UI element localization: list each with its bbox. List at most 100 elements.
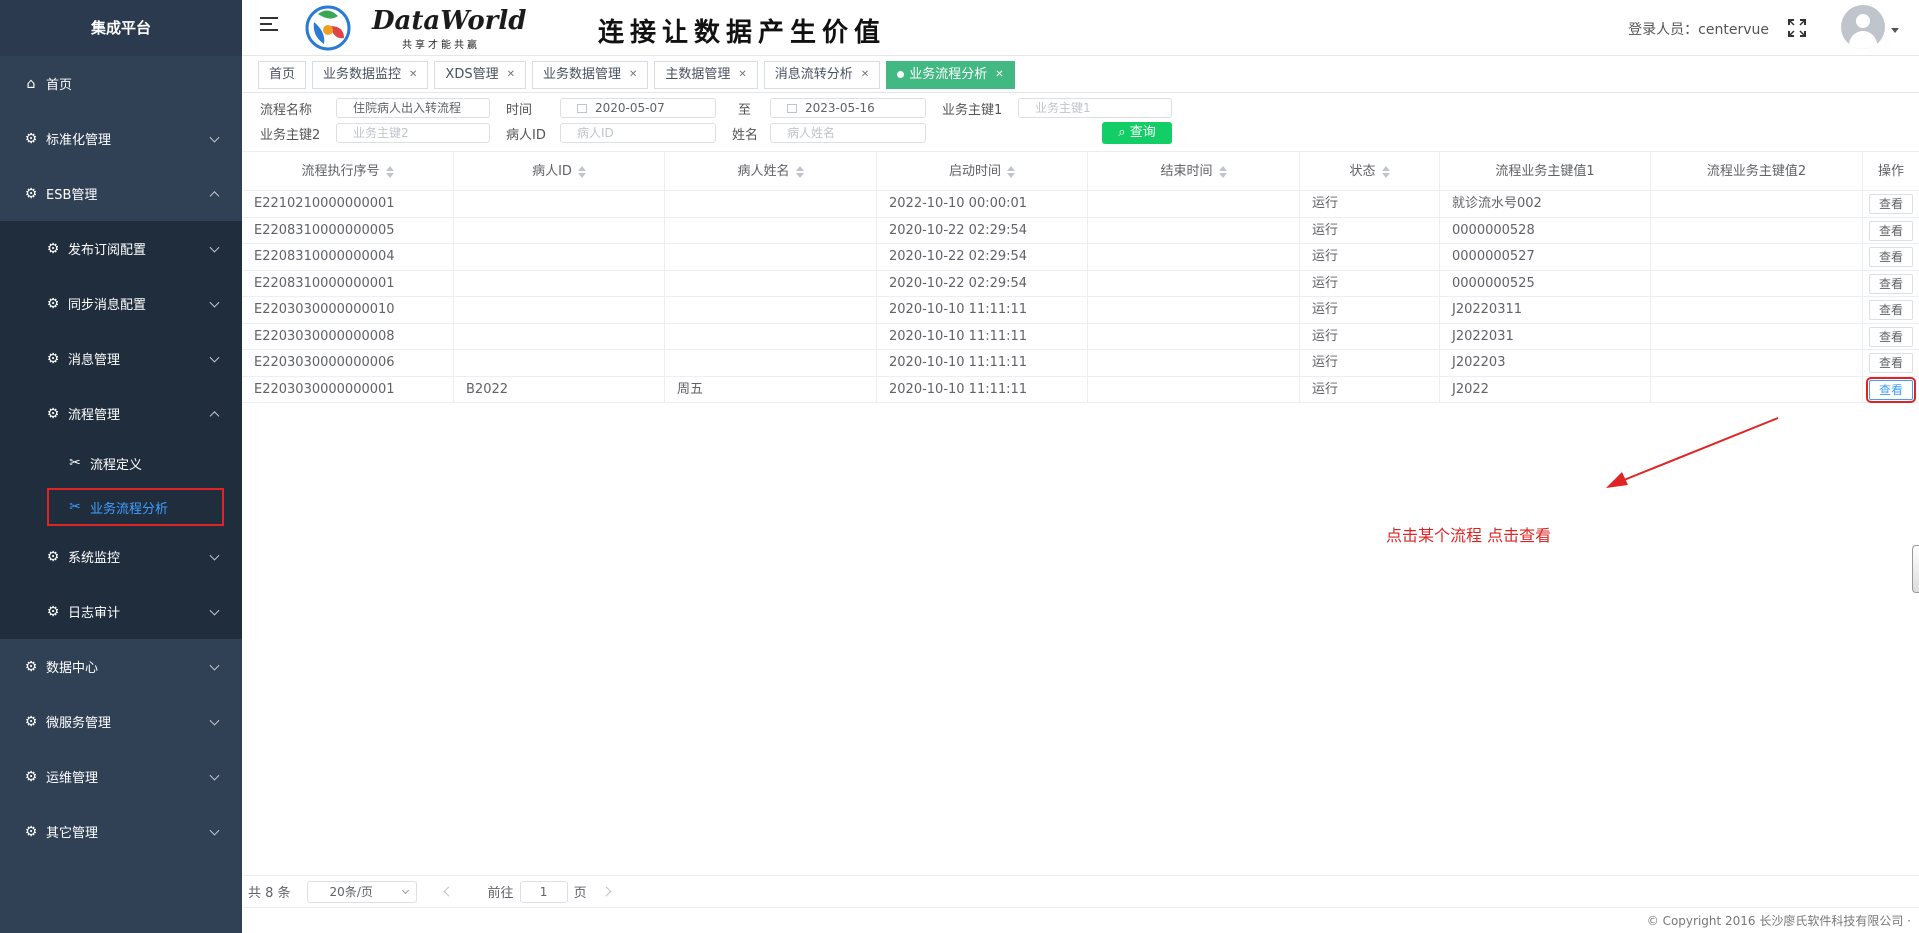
sort-icon[interactable] bbox=[1218, 165, 1227, 178]
sidebar-item-label: 同步消息配置 bbox=[68, 298, 147, 313]
sidebar-item-audit[interactable]: ⚙ 日志审计 bbox=[0, 584, 242, 639]
table-row[interactable]: E2210210000000001 2022-10-10 00:00:01 运行 就诊… bbox=[242, 191, 1919, 218]
name-label: 姓名 bbox=[732, 128, 759, 143]
tab-master-data[interactable]: 主数据管理 ✕ bbox=[654, 60, 758, 89]
sort-icon[interactable] bbox=[1007, 165, 1015, 178]
date-from-value: 2020-05-07 bbox=[595, 101, 665, 115]
view-button[interactable]: 查看 bbox=[1868, 220, 1913, 241]
sidebar-item-datacenter[interactable]: ⚙ 数据中心 bbox=[0, 639, 242, 694]
view-button[interactable]: 查看 bbox=[1868, 194, 1913, 214]
search-button[interactable]: ⌕ 查询 bbox=[1102, 122, 1172, 144]
sidebar-item-home[interactable]: ⌂ 首页 bbox=[0, 56, 242, 111]
patient-id-input[interactable]: 病人ID bbox=[560, 123, 716, 143]
cell-start-time: 2020-10-22 02:29:54 bbox=[877, 217, 1088, 244]
col-key1: 流程业务主键值1 bbox=[1440, 152, 1651, 191]
cell-status: 运行 bbox=[1300, 376, 1440, 403]
close-icon[interactable]: ✕ bbox=[507, 62, 515, 88]
gear-icon: ⚙ bbox=[46, 603, 60, 620]
cell-end-time bbox=[1088, 376, 1300, 403]
tab-label: 消息流转分析 bbox=[774, 66, 853, 82]
col-end-time[interactable]: 结束时间 bbox=[1088, 152, 1300, 191]
col-patient-name[interactable]: 病人姓名 bbox=[665, 152, 877, 191]
col-label: 操作 bbox=[1877, 164, 1904, 179]
table-row[interactable]: E2203030000000001 B2022 周五 2020-10-10 11:11… bbox=[242, 376, 1919, 403]
view-button[interactable]: 查看 bbox=[1868, 300, 1913, 320]
sidebar-item-microservice[interactable]: ⚙ 微服务管理 bbox=[0, 694, 242, 749]
sidebar-item-pubsub[interactable]: ⚙ 发布订阅配置 bbox=[0, 221, 242, 276]
table-row[interactable]: E2208310000000004 2020-10-22 02:29:54 运行 00… bbox=[242, 244, 1919, 271]
sort-icon[interactable] bbox=[795, 165, 804, 178]
cell-key1: 0000000525 bbox=[1440, 270, 1651, 297]
caret-down-icon[interactable] bbox=[1891, 28, 1899, 33]
sidebar-item-other[interactable]: ⚙ 其它管理 bbox=[0, 804, 242, 859]
sidebar-item-label: 流程管理 bbox=[68, 408, 121, 423]
col-patient-id[interactable]: 病人ID bbox=[454, 152, 665, 191]
sidebar-item-flow-definition[interactable]: ✂ 流程定义 bbox=[0, 441, 242, 485]
view-button[interactable]: 查看 bbox=[1868, 326, 1913, 347]
scroll-handle[interactable] bbox=[1912, 545, 1919, 593]
sidebar-item-flow[interactable]: ⚙ 流程管理 bbox=[0, 386, 242, 441]
view-button[interactable]: 查看 bbox=[1868, 247, 1913, 267]
key2-input[interactable]: 业务主键2 bbox=[336, 123, 490, 143]
col-exec-no[interactable]: 流程执行序号 bbox=[242, 152, 454, 191]
flow-name-select[interactable]: 住院病人出入转流程 bbox=[336, 98, 490, 118]
page-size-select[interactable]: 20条/页 bbox=[306, 880, 417, 903]
view-button[interactable]: 查看 bbox=[1868, 353, 1913, 373]
table-row[interactable]: E2208310000000005 2020-10-22 02:29:54 运行 00… bbox=[242, 217, 1919, 244]
tab-business-data-manage[interactable]: 业务数据管理 ✕ bbox=[531, 60, 649, 89]
tab-label: 业务数据管理 bbox=[542, 66, 621, 82]
close-icon[interactable]: ✕ bbox=[995, 62, 1003, 88]
cell-patient-name bbox=[665, 297, 877, 323]
prev-page-icon[interactable] bbox=[443, 886, 453, 897]
tab-business-data-monitor[interactable]: 业务数据监控 ✕ bbox=[312, 60, 429, 89]
sort-icon[interactable] bbox=[1381, 165, 1390, 178]
cell-exec-no: E2208310000000004 bbox=[242, 244, 454, 270]
cell-key2 bbox=[1651, 323, 1863, 350]
tab-home[interactable]: 首页 bbox=[258, 60, 307, 89]
sidebar-item-flow-analysis[interactable]: ✂ 业务流程分析 bbox=[0, 485, 242, 529]
col-start-time[interactable]: 启动时间 bbox=[877, 152, 1088, 191]
sidebar-item-label: ESB管理 bbox=[46, 188, 98, 203]
cell-end-time bbox=[1088, 323, 1300, 350]
col-label: 流程业务主键值1 bbox=[1495, 164, 1595, 179]
sort-icon[interactable] bbox=[577, 165, 586, 178]
next-page-icon[interactable] bbox=[601, 886, 612, 897]
gear-icon: ⚙ bbox=[46, 405, 60, 422]
key1-input[interactable]: 业务主键1 bbox=[1018, 98, 1172, 118]
view-button[interactable]: 查看 bbox=[1868, 273, 1913, 294]
table-row[interactable]: E2203030000000008 2020-10-10 11:11:11 运行 J2… bbox=[242, 323, 1919, 350]
tab-business-flow-analysis[interactable]: 业务流程分析 ✕ bbox=[886, 60, 1015, 89]
cell-key2 bbox=[1651, 244, 1863, 270]
table-row[interactable]: E2203030000000006 2020-10-10 11:11:11 运行 J2… bbox=[242, 350, 1919, 377]
view-button[interactable]: 查看 bbox=[1865, 376, 1917, 403]
avatar[interactable] bbox=[1841, 5, 1885, 49]
close-icon[interactable]: ✕ bbox=[629, 62, 637, 88]
close-icon[interactable]: ✕ bbox=[409, 62, 417, 88]
cell-start-time: 2020-10-22 02:29:54 bbox=[877, 244, 1088, 270]
sidebar-item-message[interactable]: ⚙ 消息管理 bbox=[0, 331, 242, 386]
sidebar-item-sync[interactable]: ⚙ 同步消息配置 bbox=[0, 276, 242, 331]
patient-name-input[interactable]: 病人姓名 bbox=[770, 123, 926, 143]
tab-message-flow[interactable]: 消息流转分析 ✕ bbox=[763, 60, 881, 89]
tab-xds[interactable]: XDS管理 ✕ bbox=[434, 60, 526, 89]
col-status[interactable]: 状态 bbox=[1300, 152, 1440, 191]
close-icon[interactable]: ✕ bbox=[861, 62, 869, 88]
sidebar-item-ops[interactable]: ⚙ 运维管理 bbox=[0, 749, 242, 804]
page-input[interactable]: 1 bbox=[519, 880, 568, 903]
close-icon[interactable]: ✕ bbox=[738, 62, 746, 88]
hamburger-menu-icon[interactable] bbox=[260, 17, 278, 35]
sort-icon[interactable] bbox=[385, 165, 394, 178]
cell-patient-id bbox=[454, 244, 665, 270]
gear-icon: ⚙ bbox=[24, 823, 38, 840]
table-row[interactable]: E2203030000000010 2020-10-10 11:11:11 运行 J2… bbox=[242, 297, 1919, 324]
sidebar-item-standard[interactable]: ⚙ 标准化管理 bbox=[0, 111, 242, 166]
fullscreen-icon[interactable] bbox=[1787, 18, 1807, 38]
cell-actions: 查看 bbox=[1863, 376, 1919, 403]
slogan: 连接让数据产生价值 bbox=[598, 18, 887, 48]
date-to-input[interactable]: 2023-05-16 bbox=[770, 98, 926, 118]
sidebar-item-esb[interactable]: ⚙ ESB管理 bbox=[0, 166, 242, 221]
date-from-input[interactable]: 2020-05-07 bbox=[560, 98, 716, 118]
table-row[interactable]: E2208310000000001 2020-10-22 02:29:54 运行 00… bbox=[242, 270, 1919, 297]
sidebar-item-monitor[interactable]: ⚙ 系统监控 bbox=[0, 529, 242, 584]
cell-patient-name bbox=[665, 270, 877, 297]
